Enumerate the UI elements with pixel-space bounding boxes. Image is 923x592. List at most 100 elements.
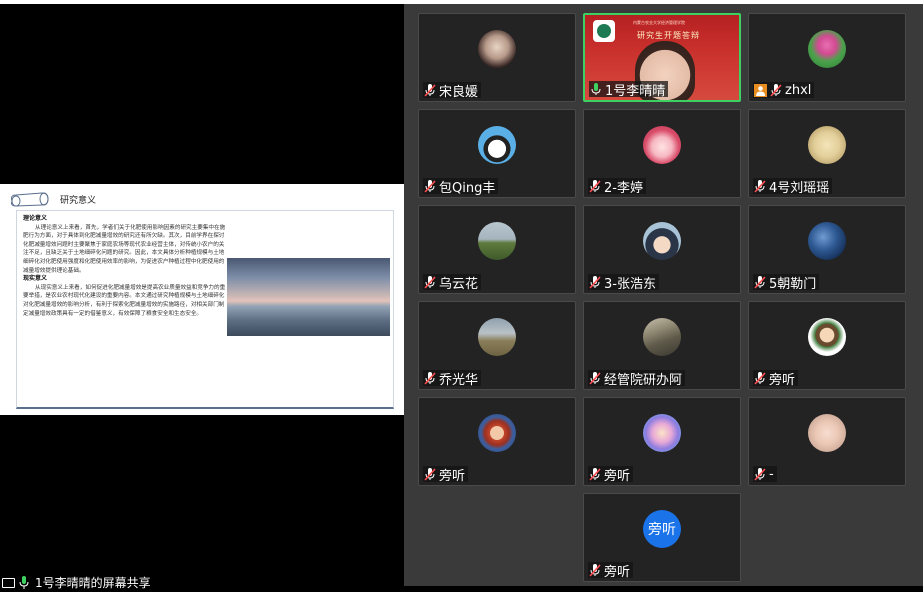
participant-tile[interactable]: 经管院研办阿 <box>583 301 741 390</box>
screen-share-text: 1号李晴晴的屏幕共享 <box>35 576 151 590</box>
participant-name: 旁听 <box>769 372 796 388</box>
theory-heading: 理论意义 <box>23 215 48 222</box>
participant-name: 2-李婷 <box>604 180 643 196</box>
flower-avatar <box>808 29 846 68</box>
participant-name: 经管院研办阿 <box>604 372 683 388</box>
participant-nameplate: 1号李晴晴 <box>589 81 669 99</box>
participant-nameplate: 旁听 <box>588 562 634 580</box>
participant-nameplate: 旁听 <box>588 466 634 484</box>
video-banner-small: 内蒙古农业大学经济管理学院 <box>633 20 685 25</box>
mic-muted-icon <box>589 467 601 481</box>
participant-nameplate: 3-张浩东 <box>588 274 659 292</box>
participant-tile[interactable]: 旁听 <box>583 397 741 486</box>
participant-tile[interactable]: 宋良媛 <box>418 13 576 102</box>
participant-name: 包Qing丰 <box>439 180 496 196</box>
slide-header: 研究意义 <box>8 188 96 210</box>
participant-tile[interactable]: 旁听 <box>748 301 906 390</box>
participant-nameplate: 乔光华 <box>423 370 482 388</box>
participant-tile[interactable]: - <box>748 397 906 486</box>
participant-tile[interactable]: 3-张浩东 <box>583 205 741 294</box>
lake-photo <box>227 258 390 336</box>
participant-name: 5朝勒门 <box>769 276 817 292</box>
participant-tile[interactable]: 旁听 旁听 <box>583 493 741 582</box>
participant-tile[interactable]: 乌云花 <box>418 205 576 294</box>
theory-paragraph: 从理论意义上来看，首先，学者们关于化肥使用影响因素的研究主要集中在施肥行为方面，… <box>23 224 226 274</box>
mic-muted-icon <box>424 83 436 97</box>
mic-muted-icon <box>770 83 782 97</box>
participant-name: 旁听 <box>604 468 631 484</box>
mic-muted-icon <box>589 275 601 289</box>
photo-avatar <box>808 125 846 164</box>
participant-nameplate: 5朝勒门 <box>753 274 820 292</box>
cartoon-avatar <box>478 125 516 164</box>
participant-tile[interactable]: 包Qing丰 <box>418 109 576 198</box>
participant-name: 乔光华 <box>439 372 479 388</box>
cartoon-avatar <box>643 125 681 164</box>
participant-name: 1号李晴晴 <box>605 83 666 99</box>
participant-nameplate: 包Qing丰 <box>423 178 499 196</box>
anime-avatar <box>478 413 516 452</box>
ocean-avatar <box>808 221 846 260</box>
participant-tile[interactable]: 4号刘瑶瑶 <box>748 109 906 198</box>
participant-nameplate: 4号刘瑶瑶 <box>753 178 833 196</box>
photo-avatar <box>478 29 516 68</box>
participant-gallery: 宋良媛 内蒙古农业大学经济管理学院 研究生开题答辩 1号李晴晴 zhxl 包Qi… <box>404 4 923 586</box>
slide-content-box: 理论意义 从理论意义上来看，首先，学者们关于化肥使用影响因素的研究主要集中在施肥… <box>16 210 394 409</box>
participant-name: 4号刘瑶瑶 <box>769 180 830 196</box>
participant-nameplate: 经管院研办阿 <box>588 370 686 388</box>
host-icon <box>754 83 767 97</box>
slide-text: 理论意义 从理论意义上来看，首先，学者们关于化肥使用影响因素的研究主要集中在施肥… <box>23 215 227 318</box>
video-banner-large: 研究生开题答辩 <box>637 31 700 40</box>
practical-paragraph: 从现实意义上来看，如何促进化肥减量增效是提高农业质量效益和竞争力的重要举措，是农… <box>23 284 226 317</box>
participant-name: zhxl <box>785 82 812 98</box>
participant-tile[interactable]: 2-李婷 <box>583 109 741 198</box>
mic-muted-icon <box>754 275 766 289</box>
text-avatar: 旁听 <box>643 509 681 548</box>
mic-on-icon <box>590 82 602 96</box>
participant-nameplate: zhxl <box>753 82 815 98</box>
participant-tile[interactable]: 5朝勒门 <box>748 205 906 294</box>
participant-name: 旁听 <box>604 564 631 580</box>
mic-muted-icon <box>424 275 436 289</box>
mic-muted-icon <box>424 179 436 193</box>
mic-muted-icon <box>754 467 766 481</box>
mic-muted-icon <box>589 371 601 385</box>
participant-name: 3-张浩东 <box>604 276 656 292</box>
participant-name: 宋良媛 <box>439 84 479 100</box>
participant-name: 乌云花 <box>439 276 479 292</box>
mic-muted-icon <box>754 371 766 385</box>
participant-nameplate: 2-李婷 <box>588 178 646 196</box>
participant-nameplate: - <box>753 466 777 482</box>
landscape-avatar <box>478 317 516 356</box>
mic-muted-icon <box>589 563 601 577</box>
participant-name: - <box>769 466 774 482</box>
baby-avatar <box>808 413 846 452</box>
screen-share-label: 1号李晴晴的屏幕共享 <box>2 575 151 590</box>
screen-share-icon <box>2 577 15 588</box>
participant-tile[interactable]: 乔光华 <box>418 301 576 390</box>
slide-title: 研究意义 <box>60 195 97 206</box>
mic-muted-icon <box>589 179 601 193</box>
anime-avatar <box>643 221 681 260</box>
cartoon-avatar <box>643 413 681 452</box>
screen-share-area[interactable]: 研究意义 理论意义 从理论意义上来看，首先，学者们关于化肥使用影响因素的研究主要… <box>0 4 404 590</box>
mic-on-icon <box>19 575 31 590</box>
shared-slide: 研究意义 理论意义 从理论意义上来看，首先，学者们关于化肥使用影响因素的研究主要… <box>0 184 404 415</box>
university-logo <box>593 20 615 42</box>
participant-tile[interactable]: zhxl <box>748 13 906 102</box>
participant-nameplate: 宋良媛 <box>423 82 482 100</box>
cartoon-avatar <box>808 317 846 356</box>
participant-tile[interactable]: 旁听 <box>418 397 576 486</box>
participant-tile-active[interactable]: 内蒙古农业大学经济管理学院 研究生开题答辩 1号李晴晴 <box>583 13 741 102</box>
participant-nameplate: 乌云花 <box>423 274 482 292</box>
mic-muted-icon <box>424 467 436 481</box>
scroll-icon <box>8 189 52 209</box>
participant-name: 旁听 <box>439 468 466 484</box>
landscape-avatar <box>478 221 516 260</box>
mic-muted-icon <box>424 371 436 385</box>
participant-nameplate: 旁听 <box>753 370 799 388</box>
practical-heading: 现实意义 <box>23 275 48 283</box>
participant-nameplate: 旁听 <box>423 466 469 484</box>
mic-muted-icon <box>754 179 766 193</box>
building-avatar <box>643 317 681 356</box>
